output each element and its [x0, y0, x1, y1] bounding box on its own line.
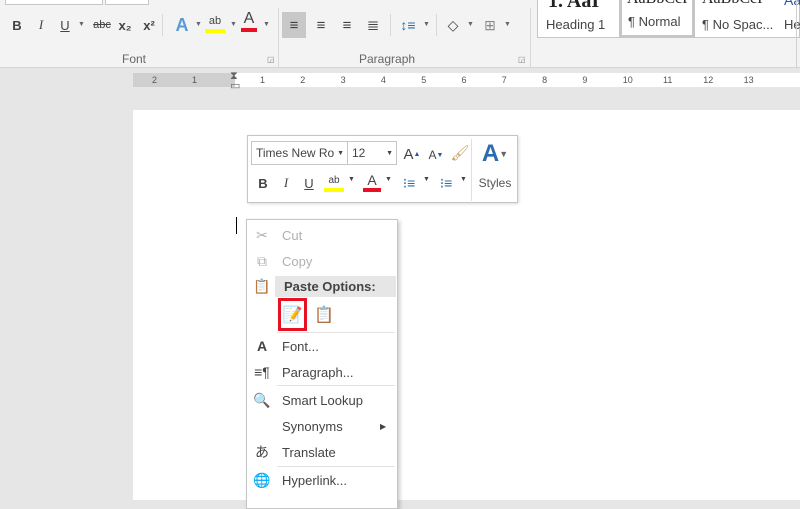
shading-dropdown-icon[interactable]: ▼ — [467, 21, 474, 28]
menu-item-cut[interactable]: ✂ Cut — [247, 223, 397, 247]
font-group-label: Font — [122, 52, 147, 66]
highlight-dropdown-icon[interactable]: ▼ — [348, 176, 355, 183]
paste-keep-source-formatting-button[interactable]: 📝 — [278, 298, 307, 331]
menu-item-hyperlink[interactable]: 🌐 Hyperlink... — [247, 468, 397, 492]
italic-button[interactable]: I — [32, 14, 50, 36]
smart-lookup-icon: 🔍 — [253, 391, 271, 408]
font-name-select[interactable]: Times New Ro ▼ — [251, 141, 348, 165]
styles-button[interactable]: Styles — [475, 174, 515, 192]
font-dialog-launcher-icon[interactable]: ◲ — [267, 55, 275, 64]
style-heading-1[interactable]: 1. AaI Heading 1 — [546, 0, 622, 38]
numbering-dropdown-icon[interactable]: ▼ — [460, 176, 467, 183]
paste-options-header: 📋 Paste Options: — [253, 277, 376, 294]
ruler-tick: 4 — [380, 75, 386, 85]
submenu-arrow-icon: ▶ — [380, 421, 387, 431]
ruler-tick: 11 — [663, 75, 673, 85]
bold-button[interactable]: B — [8, 14, 26, 36]
styles-gallery: 1. AaI Heading 1 AaBbCcI ¶ Normal AaBbCc… — [537, 0, 800, 38]
menu-item-paragraph[interactable]: ≡¶ Paragraph... — [247, 360, 397, 384]
shading-button[interactable]: ◇ — [442, 14, 464, 36]
menu-item-translate[interactable]: あ Translate — [247, 440, 397, 464]
paste-merge-formatting-button[interactable]: 📋 — [310, 300, 338, 330]
ruler-tick: 7 — [501, 75, 507, 85]
underline-button[interactable]: U — [301, 174, 317, 192]
borders-dropdown-icon[interactable]: ▼ — [504, 21, 511, 28]
ruler-tick: 1 — [260, 75, 266, 85]
strikethrough-button[interactable]: abc — [90, 14, 114, 36]
mini-toolbar: Times New Ro ▼ 12 ▼ A ▲ A ▼ 🖌 A ▼ Styles B I … — [247, 135, 518, 203]
superscript-button[interactable]: x² — [140, 14, 158, 36]
grow-font-button[interactable]: A ▲ — [403, 144, 421, 164]
font-color-dropdown-icon[interactable]: ▼ — [263, 21, 270, 28]
scissors-icon: ✂ — [256, 226, 268, 243]
ruler-tick: 2 — [300, 75, 306, 85]
font-icon: A — [256, 338, 268, 354]
underline-button[interactable]: U — [56, 14, 74, 36]
ruler-margin — [133, 73, 235, 87]
align-left-button[interactable]: ≡ — [282, 12, 306, 38]
subscript-button[interactable]: x₂ — [116, 14, 134, 36]
styles-icon[interactable]: A ▼ — [478, 140, 512, 168]
font-name-box[interactable] — [5, 0, 103, 5]
hyperlink-icon: 🌐 — [253, 471, 271, 488]
text-effects-button[interactable]: A — [172, 14, 192, 36]
ruler-tick: 1 — [192, 75, 198, 85]
ruler-tick: 10 — [622, 75, 633, 85]
context-menu: ✂ Cut ⧉ Copy 📋 Paste Options: 📝 📋 A Font... … — [246, 219, 398, 509]
style-no-spacing[interactable]: AaBbCcI ¶ No Spac... — [702, 0, 782, 38]
menu-item-smart-lookup[interactable]: 🔍 Smart Lookup — [247, 388, 397, 412]
font-color-button[interactable]: A — [241, 10, 257, 32]
ruler-tick: 3 — [340, 75, 346, 85]
text-effects-dropdown-icon[interactable]: ▼ — [195, 21, 202, 28]
ruler-tick: 5 — [421, 75, 427, 85]
ruler-tick: 6 — [461, 75, 467, 85]
line-spacing-button[interactable]: ↕≡ — [397, 14, 419, 36]
ribbon: B I U ▼ abc x₂ x² A ▼ ab ▼ A ▼ Font ◲ ≡ … — [0, 0, 800, 68]
ruler-tick: 8 — [542, 75, 548, 85]
style-normal[interactable]: AaBbCcI ¶ Normal — [619, 0, 695, 38]
bullets-dropdown-icon[interactable]: ▼ — [423, 176, 430, 183]
highlight-button[interactable]: ab — [205, 13, 225, 33]
align-right-button[interactable]: ≡ — [336, 14, 358, 36]
paragraph-icon: ≡¶ — [254, 364, 270, 380]
line-spacing-dropdown-icon[interactable]: ▼ — [423, 21, 430, 28]
format-painter-icon[interactable]: 🖌 — [450, 143, 470, 163]
chevron-down-icon: ▼ — [386, 149, 393, 157]
font-size-box[interactable] — [105, 0, 149, 5]
text-cursor — [236, 217, 237, 234]
chevron-down-icon: ▼ — [337, 149, 344, 157]
ruler-tick: 2 — [152, 75, 158, 85]
font-color-button[interactable]: A — [363, 172, 381, 192]
menu-item-font[interactable]: A Font... — [247, 334, 397, 358]
highlight-button[interactable]: ab — [324, 172, 344, 192]
ruler-tick: 12 — [703, 75, 714, 85]
menu-item-copy[interactable]: ⧉ Copy — [247, 249, 397, 273]
translate-icon: あ — [255, 444, 269, 460]
align-center-button[interactable]: ≡ — [310, 14, 332, 36]
paragraph-group-label: Paragraph — [359, 52, 416, 66]
paste-icon: 📋 — [253, 277, 271, 294]
font-size-select[interactable]: 12 ▼ — [347, 141, 397, 165]
copy-icon: ⧉ — [257, 252, 267, 269]
highlight-dropdown-icon[interactable]: ▼ — [230, 21, 237, 28]
indent-marker-icon[interactable]: ⧗ ▭ — [230, 71, 240, 92]
underline-dropdown-icon[interactable]: ▼ — [78, 21, 85, 28]
shrink-font-button[interactable]: A ▼ — [428, 146, 444, 164]
ruler-tick: 13 — [743, 75, 754, 85]
justify-button[interactable]: ≣ — [362, 14, 384, 36]
bold-button[interactable]: B — [255, 174, 271, 192]
borders-button[interactable]: ⊞ — [480, 14, 500, 36]
bullets-button[interactable]: ⁝≡ — [399, 173, 419, 193]
numbering-button[interactable]: ⁝≡ — [436, 173, 456, 193]
ruler-tick: 9 — [582, 75, 588, 85]
font-color-dropdown-icon[interactable]: ▼ — [385, 176, 392, 183]
italic-button[interactable]: I — [278, 174, 294, 192]
menu-item-synonyms[interactable]: Synonyms ▶ — [247, 414, 397, 438]
paragraph-dialog-launcher-icon[interactable]: ◲ — [518, 55, 526, 64]
